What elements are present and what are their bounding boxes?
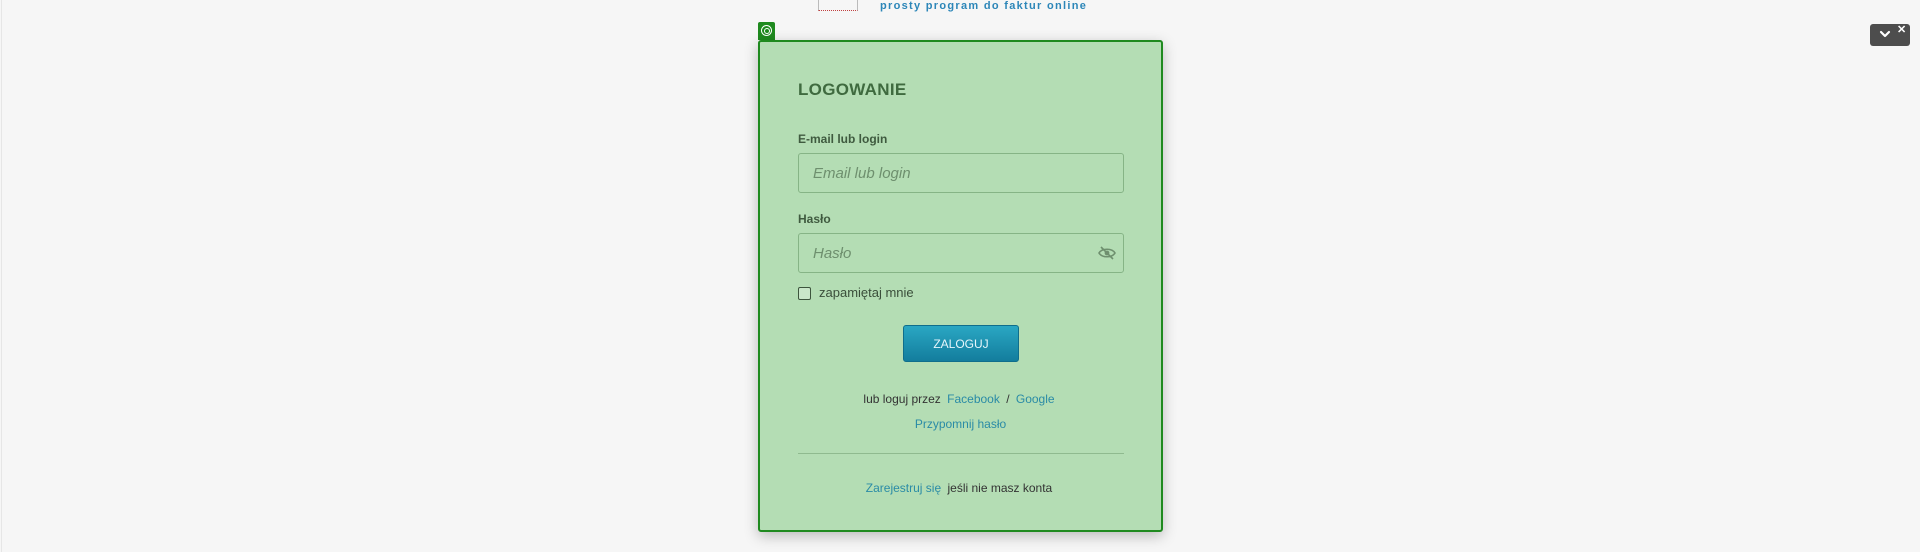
register-link[interactable]: Zarejestruj się xyxy=(866,481,941,495)
chevron-down-icon[interactable] xyxy=(1879,28,1891,40)
social-separator: / xyxy=(1006,392,1010,406)
target-icon xyxy=(758,22,775,40)
login-card: LOGOWANIE E-mail lub login Hasło zapamię… xyxy=(758,40,1163,532)
login-button[interactable]: ZALOGUJ xyxy=(903,325,1019,362)
facebook-link[interactable]: Facebook xyxy=(947,392,1000,406)
remind-password-line: Przypomnij hasło xyxy=(760,417,1161,431)
password-field[interactable] xyxy=(798,233,1124,273)
remind-password-link[interactable]: Przypomnij hasło xyxy=(915,417,1006,431)
google-link[interactable]: Google xyxy=(1016,392,1055,406)
register-suffix: jeśli nie masz konta xyxy=(947,481,1053,495)
header-tagline: prosty program do faktur online xyxy=(880,0,1088,12)
divider xyxy=(798,453,1124,454)
remember-label: zapamiętaj mnie xyxy=(819,285,914,300)
social-prefix: lub loguj przez xyxy=(863,392,941,406)
eye-slash-icon[interactable] xyxy=(1098,246,1116,260)
password-label: Hasło xyxy=(798,212,831,226)
email-field[interactable] xyxy=(798,153,1124,193)
corner-widget[interactable]: ✕ xyxy=(1870,24,1910,46)
logo-icon xyxy=(818,0,858,11)
close-icon[interactable]: ✕ xyxy=(1897,25,1906,36)
remember-checkbox[interactable] xyxy=(798,287,811,300)
page-title: LOGOWANIE xyxy=(798,80,907,99)
email-label: E-mail lub login xyxy=(798,132,888,146)
social-login-line: lub loguj przez Facebook / Google xyxy=(760,392,1161,406)
register-line: Zarejestruj się jeśli nie masz konta xyxy=(760,481,1161,495)
